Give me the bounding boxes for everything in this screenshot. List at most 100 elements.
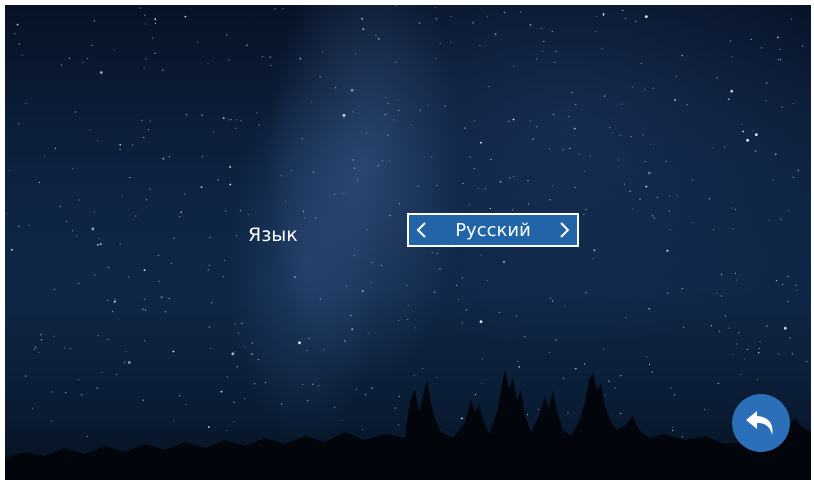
star [768, 219, 770, 221]
star [236, 235, 238, 237]
star [237, 332, 240, 334]
star [480, 254, 482, 256]
star [361, 17, 363, 20]
star [74, 111, 77, 113]
star [6, 213, 8, 215]
back-button[interactable] [732, 394, 790, 452]
star [625, 317, 627, 319]
star [435, 18, 438, 20]
star [94, 274, 96, 276]
star [251, 353, 253, 355]
star [513, 65, 515, 67]
star [107, 338, 109, 340]
star [734, 272, 736, 274]
star [244, 346, 246, 348]
star [434, 6, 436, 8]
star [366, 229, 368, 231]
star [777, 58, 779, 60]
star [96, 140, 99, 142]
star [231, 352, 235, 356]
star [322, 349, 324, 351]
star [321, 51, 324, 53]
star [160, 296, 163, 299]
star [462, 182, 464, 185]
star [274, 8, 276, 10]
star [398, 203, 400, 205]
star [11, 248, 13, 251]
star [40, 333, 42, 336]
star [752, 130, 754, 132]
star [788, 210, 790, 212]
star [578, 153, 580, 155]
star [299, 57, 302, 60]
star [89, 129, 91, 131]
star [222, 117, 225, 119]
star [666, 292, 668, 294]
language-selector[interactable]: Русский [407, 213, 579, 247]
star [108, 267, 110, 269]
star [154, 22, 157, 24]
star [592, 258, 594, 260]
star [334, 193, 336, 195]
star [184, 15, 187, 18]
star [583, 213, 585, 216]
star [778, 353, 780, 355]
star [362, 28, 365, 30]
star [228, 59, 230, 61]
star [724, 315, 726, 317]
star [97, 243, 99, 246]
star [149, 188, 151, 190]
star [397, 320, 399, 322]
star [145, 23, 147, 25]
star [797, 169, 799, 171]
star [520, 11, 522, 13]
star [435, 57, 437, 60]
star [543, 40, 545, 43]
star [69, 347, 71, 350]
star [353, 167, 355, 169]
star [200, 186, 203, 189]
star [389, 215, 391, 217]
star [303, 210, 305, 212]
star [375, 35, 377, 37]
star [72, 230, 74, 232]
star [795, 284, 797, 286]
chevron-right-icon[interactable] [553, 215, 577, 245]
chevron-left-icon[interactable] [409, 215, 433, 245]
star [683, 326, 685, 328]
star [553, 113, 555, 115]
star [407, 318, 409, 320]
star [240, 120, 242, 122]
star [727, 98, 730, 101]
star [602, 13, 605, 16]
star [681, 288, 683, 290]
star [575, 103, 577, 106]
star [139, 7, 141, 9]
star [207, 62, 209, 65]
star [431, 156, 433, 158]
star [121, 195, 123, 197]
star [54, 147, 57, 149]
star [308, 337, 310, 339]
star [472, 22, 475, 24]
star [549, 199, 551, 201]
star [738, 332, 740, 334]
star [345, 192, 347, 194]
star [258, 124, 260, 126]
star [639, 198, 641, 200]
star [229, 166, 232, 168]
star [669, 229, 671, 231]
star [650, 143, 652, 145]
star [234, 323, 236, 325]
star [551, 30, 553, 33]
star [398, 99, 400, 101]
star [604, 95, 606, 97]
star [486, 279, 488, 281]
star [315, 217, 317, 219]
star [353, 255, 355, 257]
star [125, 350, 127, 353]
star [389, 160, 391, 162]
star [75, 235, 78, 237]
star [370, 281, 372, 283]
star [224, 210, 227, 212]
